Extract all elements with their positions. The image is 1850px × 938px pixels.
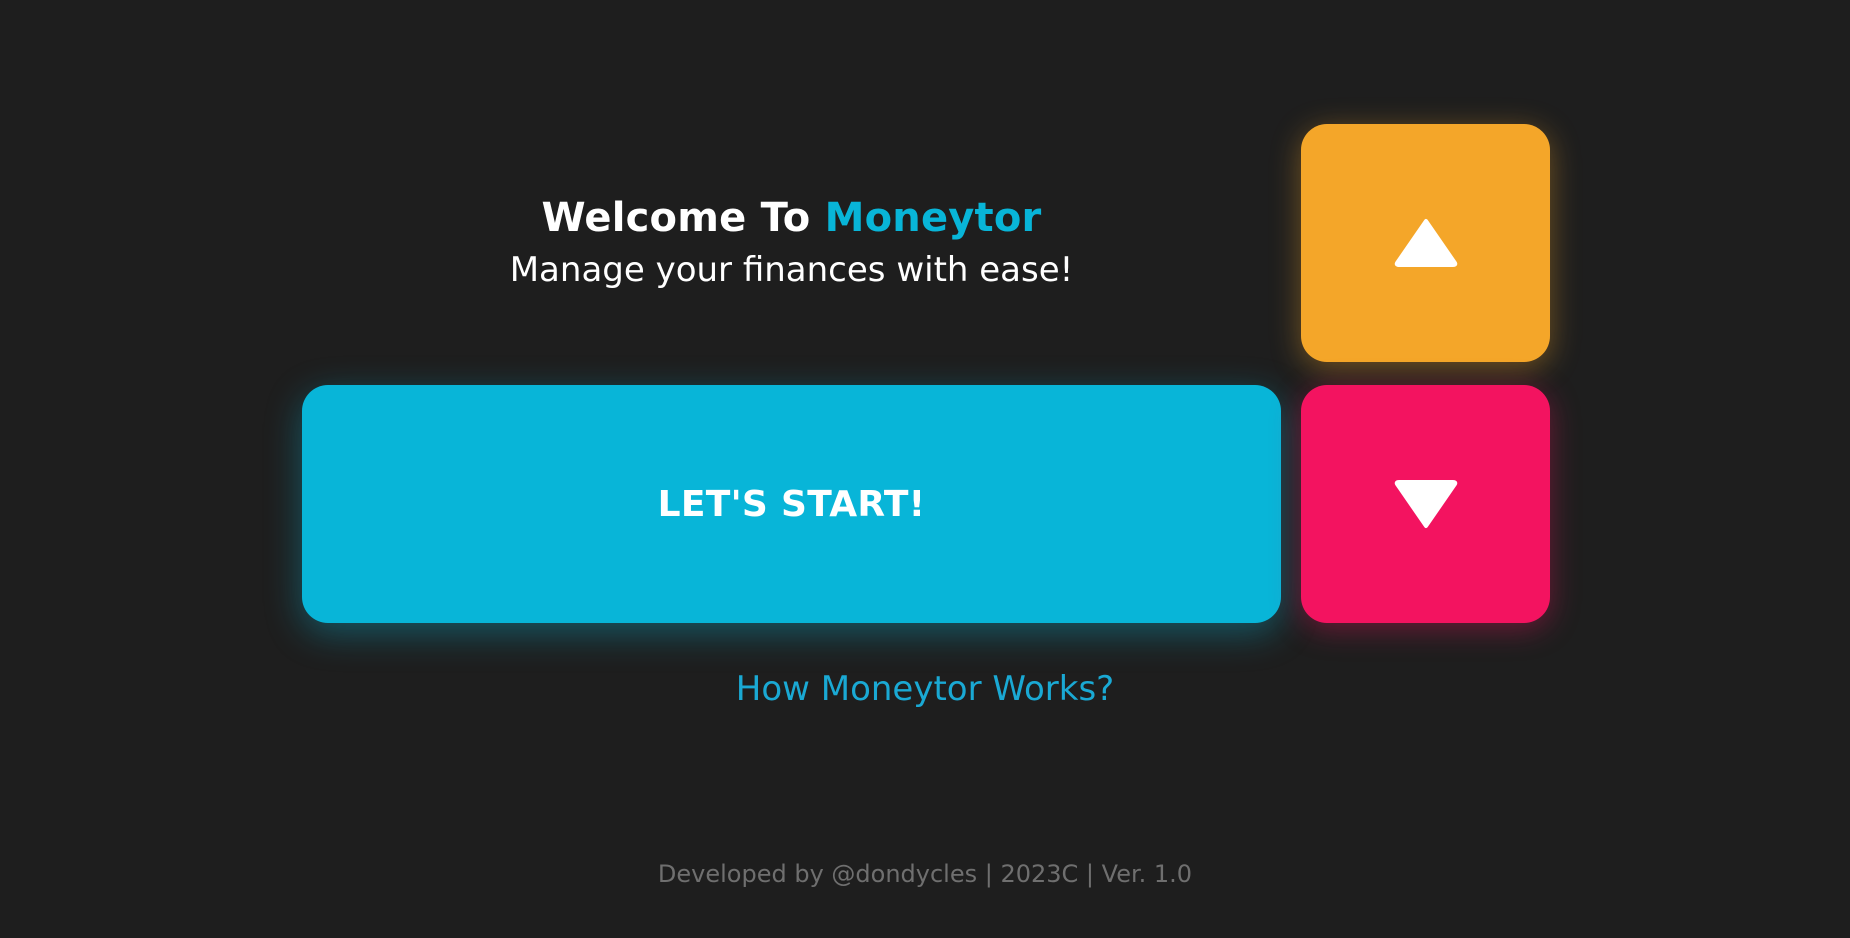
how-it-works-link[interactable]: How Moneytor Works? [600,665,1250,713]
income-up-button[interactable] [1301,124,1550,362]
hero-section: Welcome To Moneytor Manage your finances… [302,192,1281,294]
lets-start-button[interactable]: LET'S START! [302,385,1281,623]
page-title: Welcome To Moneytor [302,192,1281,244]
welcome-page: Welcome To Moneytor Manage your finances… [0,0,1850,938]
triangle-down-icon [1394,480,1457,528]
triangle-up-icon [1394,219,1457,267]
lets-start-label: LET'S START! [657,483,926,525]
expense-down-button[interactable] [1301,385,1550,623]
title-prefix: Welcome To [541,195,811,241]
footer-credits: Developed by @dondycles | 2023C | Ver. 1… [657,860,1193,888]
brand-name: Moneytor [824,195,1042,241]
page-subtitle: Manage your finances with ease! [509,250,1074,290]
